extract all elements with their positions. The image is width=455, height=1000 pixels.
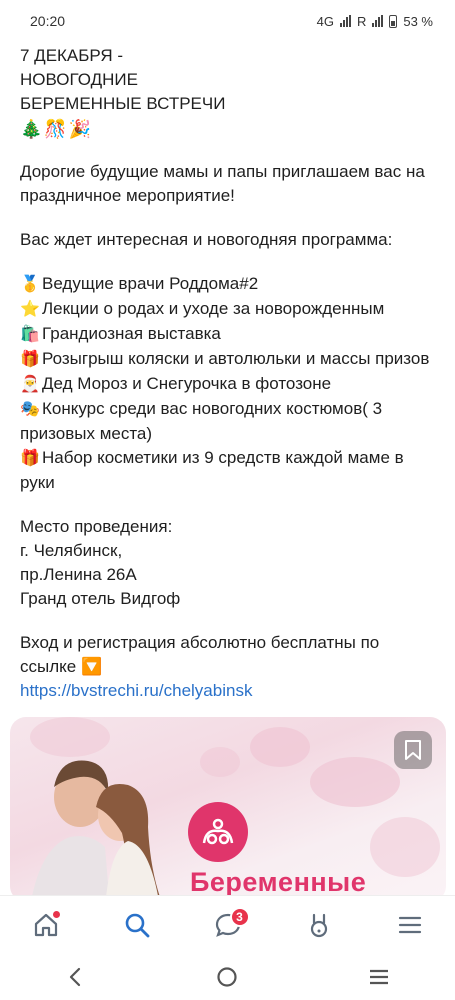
bottom-tab-bar: 3 — [0, 895, 455, 953]
program-list: 🥇 Ведущие врачи Роддома#2 ⭐ Лекции о родах… — [20, 272, 440, 495]
list-item: 🎅 Дед Мороз и Снегурочка в фотозоне — [20, 372, 440, 397]
list-item: 🛍️ Грандиозная выставка — [20, 322, 440, 347]
gift-icon: 🎁 — [20, 450, 40, 467]
post-title-line: 7 ДЕКАБРЯ - — [20, 46, 124, 65]
list-item: 🎁 Розыгрыш коляски и автолюльки и массы п… — [20, 347, 440, 372]
battery-percent: 53 % — [403, 13, 433, 29]
home-nav-icon[interactable] — [215, 965, 239, 989]
status-time: 20:20 — [30, 13, 66, 29]
card-title: Беременные — [190, 867, 367, 897]
search-icon — [125, 913, 149, 937]
venue-label: Место проведения: — [20, 517, 173, 536]
medal-icon: 🥇 — [20, 276, 40, 293]
menu-icon — [398, 916, 421, 933]
list-item-text: Грандиозная выставка — [42, 324, 221, 343]
tab-services[interactable] — [299, 905, 339, 945]
tab-search[interactable] — [117, 905, 157, 945]
roaming-indicator: R — [356, 13, 367, 29]
messages-badge: 3 — [229, 906, 250, 927]
status-bar: 20:20 4G R 53 % — [0, 0, 455, 42]
list-item-text: Конкурс среди вас новогодних костюмов( 3… — [20, 399, 383, 443]
status-icons: 4G R 53 % — [317, 14, 433, 29]
registration-text: Вход и регистрация абсолютно бесплатны п… — [20, 633, 380, 676]
bookmark-icon — [405, 740, 421, 760]
brand-logo-icon — [188, 802, 248, 862]
post-title-line: НОВОГОДНИЕ — [20, 70, 138, 89]
post-intro: Дорогие будущие мамы и папы приглашаем в… — [20, 162, 425, 205]
star-icon: ⭐ — [20, 301, 40, 318]
list-item: 🥇 Ведущие врачи Роддома#2 — [20, 272, 440, 297]
post-body: 7 ДЕКАБРЯ - НОВОГОДНИЕ БЕРЕМЕННЫЕ ВСТРЕЧ… — [20, 44, 440, 703]
list-item: 🎭 Конкурс среди вас новогодних костюмов( … — [20, 397, 440, 446]
program-intro: Вас ждет интересная и новогодняя програм… — [20, 230, 393, 249]
venue-street: пр.Ленина 26А — [20, 565, 137, 584]
gift-icon: 🎁 — [20, 351, 40, 368]
masks-icon: 🎭 — [20, 401, 40, 418]
title-emojis: 🎄🎊🎉 — [20, 119, 94, 139]
back-icon[interactable] — [64, 965, 88, 989]
list-item-text: Ведущие врачи Роддома#2 — [42, 274, 259, 293]
santa-icon: 🎅 — [20, 376, 40, 393]
list-item: ⭐ Лекции о родах и уходе за новорожденным — [20, 297, 440, 322]
signal-icon — [339, 15, 351, 27]
list-item-text: Набор косметики из 9 средств каждой маме… — [20, 448, 404, 492]
registration-link[interactable]: https://bvstrechi.ru/chelyabinsk — [20, 679, 440, 703]
battery-icon — [389, 14, 398, 28]
network-type: 4G — [316, 13, 334, 29]
tab-menu[interactable] — [390, 905, 430, 945]
tab-messages[interactable]: 3 — [208, 905, 250, 945]
signal-icon-2 — [372, 15, 384, 27]
system-nav-bar — [0, 953, 455, 1000]
shopping-bags-icon: 🛍️ — [20, 326, 40, 343]
list-item-text: Розыгрыш коляски и автолюльки и массы пр… — [42, 349, 430, 368]
post-title-line: БЕРЕМЕННЫЕ ВСТРЕЧИ — [20, 94, 226, 113]
list-item-text: Лекции о родах и уходе за новорожденным — [42, 299, 385, 318]
bookmark-button[interactable] — [394, 731, 432, 769]
list-item-text: Дед Мороз и Снегурочка в фотозоне — [42, 374, 332, 393]
couple-photo — [30, 760, 160, 902]
home-notification-dot — [52, 910, 60, 918]
services-icon — [310, 913, 327, 937]
tab-home[interactable] — [26, 905, 66, 945]
recents-icon[interactable] — [367, 965, 391, 989]
list-item: 🎁 Набор косметики из 9 средств каждой мам… — [20, 446, 440, 495]
post-image-card[interactable]: Беременные — [10, 717, 446, 902]
venue-city: г. Челябинск, — [20, 541, 123, 560]
venue-hotel: Гранд отель Видгоф — [20, 589, 181, 608]
